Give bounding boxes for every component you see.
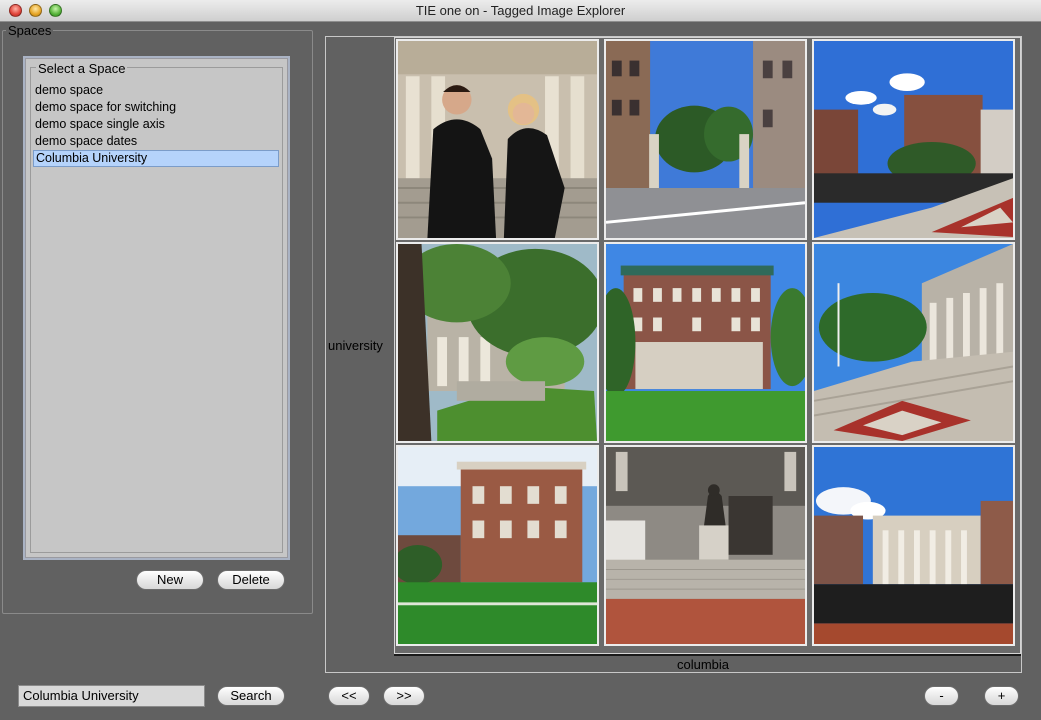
window-title: TIE one on - Tagged Image Explorer [415, 3, 626, 18]
space-item-demo-space-for-switching[interactable]: demo space for switching [33, 99, 279, 116]
space-item-demo-space-dates[interactable]: demo space dates [33, 133, 279, 150]
next-page-button[interactable]: >> [383, 686, 425, 706]
photo-trees-building-icon [398, 244, 597, 441]
photo-campus-gate-icon [606, 41, 805, 238]
space-item-demo-space-single-axis[interactable]: demo space single axis [33, 116, 279, 133]
image-cell-6[interactable] [812, 242, 1015, 443]
image-cell-5[interactable] [604, 242, 807, 443]
image-cell-8[interactable] [604, 445, 807, 646]
zoom-in-button[interactable]: + [984, 686, 1019, 706]
previous-page-button[interactable]: << [328, 686, 370, 706]
zoom-out-button[interactable]: - [924, 686, 959, 706]
image-cell-3[interactable] [812, 39, 1015, 240]
space-list-frame: Select a Space demo space demo space for… [25, 58, 288, 558]
image-grid [394, 37, 1021, 654]
spaces-legend: Spaces [6, 23, 54, 38]
photo-brick-hall-icon [398, 447, 597, 644]
space-item-demo-space[interactable]: demo space [33, 82, 279, 99]
search-button[interactable]: Search [217, 686, 285, 706]
y-axis-label: university [328, 338, 383, 353]
photo-statue-entrance-icon [606, 447, 805, 644]
space-list: demo space demo space for switching demo… [33, 82, 279, 167]
space-list-legend: Select a Space [36, 61, 128, 76]
search-input[interactable]: Columbia University [18, 685, 205, 707]
space-item-columbia-university[interactable]: Columbia University [33, 150, 279, 167]
photo-brick-building-lawn-icon [606, 244, 805, 441]
image-explorer: university columbia [325, 36, 1022, 673]
photo-library-fence-icon [814, 447, 1013, 644]
image-cell-7[interactable] [396, 445, 599, 646]
new-space-button[interactable]: New [136, 570, 204, 590]
photo-library-steps-icon [814, 244, 1013, 441]
image-cell-9[interactable] [812, 445, 1015, 646]
image-cell-1[interactable] [396, 39, 599, 240]
x-axis-line [394, 654, 1021, 656]
space-list-group: Select a Space demo space demo space for… [30, 61, 283, 553]
window-titlebar: TIE one on - Tagged Image Explorer [0, 0, 1041, 22]
image-cell-4[interactable] [396, 242, 599, 443]
photo-portrait-columns-icon [398, 41, 597, 238]
image-cell-2[interactable] [604, 39, 807, 240]
photo-plaza-brick-icon [814, 41, 1013, 238]
delete-space-button[interactable]: Delete [217, 570, 285, 590]
x-axis-label: columbia [677, 657, 730, 672]
